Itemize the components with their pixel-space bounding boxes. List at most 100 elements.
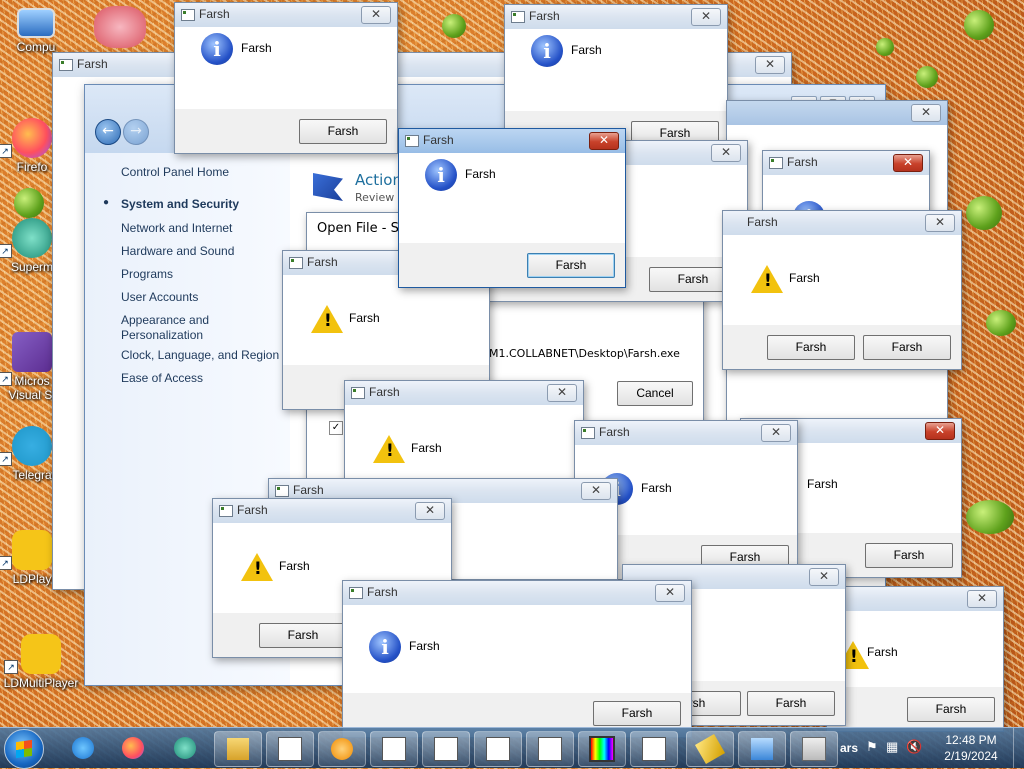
close-button[interactable]: ✕ — [547, 384, 577, 402]
close-button[interactable]: ✕ — [755, 56, 785, 74]
dialog-title: Farsh — [599, 425, 630, 439]
forward-button[interactable]: → — [123, 119, 149, 145]
desktop-icon-computer[interactable]: Compu — [0, 8, 72, 54]
taskbar-control-panel[interactable] — [738, 731, 786, 767]
sidebar-item-system-security[interactable]: System and Security — [121, 197, 239, 211]
close-button[interactable]: ✕ — [809, 568, 839, 586]
close-button[interactable]: ✕ — [761, 424, 791, 442]
network-icon[interactable]: ▦ — [886, 739, 898, 755]
volume-muted-icon[interactable]: 🔇 — [906, 739, 922, 755]
checkbox[interactable]: ✓ — [329, 421, 343, 435]
farsh-button[interactable]: Farsh — [259, 623, 347, 648]
archive-icon — [802, 737, 826, 761]
taskbar-app[interactable] — [266, 731, 314, 767]
sidebar-item-personalization[interactable]: Personalization — [121, 328, 203, 342]
farsh-dialog: Farsh ✕ ! Farsh Farsh Farsh — [722, 210, 962, 370]
taskbar-app[interactable] — [474, 731, 522, 767]
clock-time[interactable]: 12:48 PM — [938, 733, 1004, 747]
taskbar-app[interactable] — [526, 731, 574, 767]
pea-decoration — [876, 38, 894, 56]
dialog-message: Farsh — [465, 167, 496, 181]
close-button[interactable]: ✕ — [655, 584, 685, 602]
taskbar-app[interactable] — [422, 731, 470, 767]
folder-icon — [227, 738, 249, 760]
taskbar-ie[interactable] — [66, 731, 100, 765]
close-button[interactable]: ✕ — [581, 482, 611, 500]
taskbar-archive[interactable] — [790, 731, 838, 767]
close-button[interactable]: ✕ — [415, 502, 445, 520]
taskbar-app[interactable] — [630, 731, 678, 767]
taskbar-explorer[interactable] — [214, 731, 262, 767]
farsh-button[interactable]: Farsh — [299, 119, 387, 144]
shortcut-arrow-icon: ↗ — [0, 244, 12, 258]
start-button[interactable] — [4, 729, 44, 769]
language-indicator[interactable]: ars — [840, 741, 858, 755]
dialog-message: Farsh — [349, 311, 380, 325]
ldplayer-icon — [12, 530, 52, 570]
dialog-title: Farsh — [307, 255, 338, 269]
dialog-message: Farsh — [411, 441, 442, 455]
close-button[interactable]: ✕ — [911, 104, 941, 122]
close-button[interactable]: ✕ — [589, 132, 619, 150]
back-button[interactable]: ← — [95, 119, 121, 145]
shortcut-arrow-icon: ↗ — [0, 372, 12, 386]
taskbar-app[interactable] — [370, 731, 418, 767]
close-button[interactable]: ✕ — [361, 6, 391, 24]
pea-decoration — [916, 66, 938, 88]
sidebar-item-network[interactable]: Network and Internet — [121, 221, 232, 235]
taskbar-tool[interactable] — [686, 731, 734, 767]
close-button[interactable]: ✕ — [691, 8, 721, 26]
show-desktop-button[interactable] — [1013, 728, 1024, 768]
info-icon: i — [531, 35, 563, 67]
farsh-button[interactable]: Farsh — [907, 697, 995, 722]
farsh-button[interactable]: Farsh — [863, 335, 951, 360]
app-window-icon — [486, 737, 510, 761]
clock-date[interactable]: 2/19/2024 — [938, 749, 1004, 763]
pea-decoration — [986, 310, 1016, 336]
sidebar-item-hardware[interactable]: Hardware and Sound — [121, 244, 234, 258]
cancel-button[interactable]: Cancel — [617, 381, 693, 406]
control-panel-icon — [751, 738, 773, 760]
close-button[interactable]: ✕ — [967, 590, 997, 608]
sidebar-item-programs[interactable]: Programs — [121, 267, 173, 281]
sidebar-item-user-accounts[interactable]: User Accounts — [121, 290, 198, 304]
close-button[interactable]: ✕ — [711, 144, 741, 162]
computer-icon — [17, 8, 55, 38]
warning-icon: ! — [311, 305, 343, 337]
close-button[interactable]: ✕ — [893, 154, 923, 172]
control-panel-home-link[interactable]: Control Panel Home — [121, 165, 229, 179]
farsh-button[interactable]: Farsh — [767, 335, 855, 360]
app-window-icon — [382, 737, 406, 761]
farsh-button[interactable]: Farsh — [527, 253, 615, 278]
farsh-button[interactable]: Farsh — [593, 701, 681, 726]
flag-icon[interactable]: ⚑ — [866, 739, 878, 755]
action-center-flag-icon — [313, 173, 343, 201]
farsh-button[interactable]: Farsh — [747, 691, 835, 716]
taskbar-media[interactable] — [318, 731, 366, 767]
telegram-icon — [12, 426, 52, 466]
taskbar-firefox[interactable] — [116, 731, 150, 765]
taskbar-monitor[interactable] — [578, 731, 626, 767]
monitor-icon — [589, 736, 615, 762]
farsh-dialog-front: Farsh ✕ i Farsh Farsh — [342, 580, 692, 738]
sidebar-item-clock[interactable]: Clock, Language, and Region — [121, 348, 279, 362]
firefox-icon — [122, 737, 144, 759]
action-center-title[interactable]: Action — [355, 171, 402, 189]
shortcut-arrow-icon: ↗ — [0, 452, 12, 466]
taskbar-superm[interactable] — [168, 731, 202, 765]
sidebar-item-appearance[interactable]: Appearance and — [121, 313, 209, 327]
warning-icon: ! — [373, 435, 405, 467]
close-button[interactable]: ✕ — [925, 214, 955, 232]
dialog-title: Farsh — [529, 9, 560, 23]
dialog-message: Farsh — [279, 559, 310, 573]
info-icon: i — [425, 159, 457, 191]
shortcut-arrow-icon: ↗ — [4, 660, 18, 674]
dialog-message: Farsh — [641, 481, 672, 495]
pea-decoration — [14, 188, 44, 218]
farsh-button[interactable]: Farsh — [865, 543, 953, 568]
sidebar-item-ease-of-access[interactable]: Ease of Access — [121, 371, 203, 385]
desktop-icon-ldmultiplayer[interactable]: ↗ LDMultiPlayer — [2, 634, 80, 690]
firefox-icon — [12, 118, 52, 158]
close-button[interactable]: ✕ — [925, 422, 955, 440]
warning-icon: ! — [241, 553, 273, 585]
